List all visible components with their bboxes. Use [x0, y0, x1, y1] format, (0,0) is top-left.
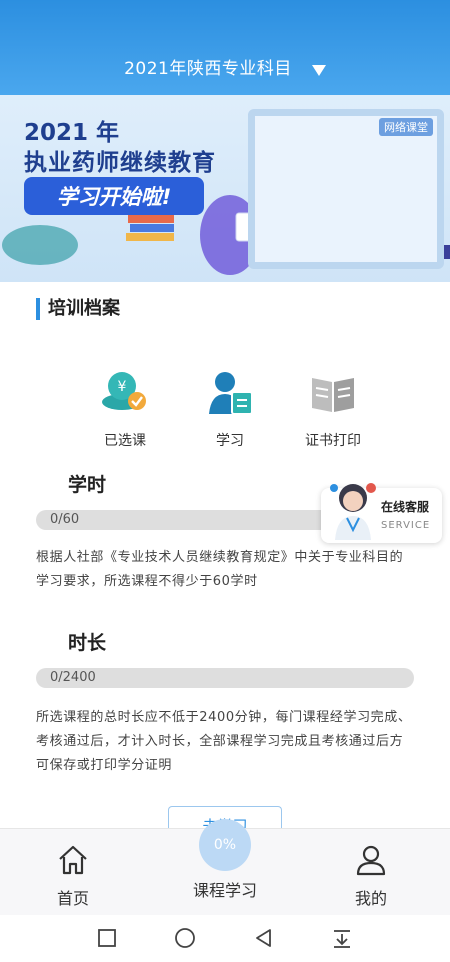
duration-description: 所选课程的总时长应不低于2400分钟，每门课程经学习完成、考核通过后，才计入时长…	[36, 710, 412, 773]
recent-apps-icon[interactable]	[95, 926, 119, 950]
board-tag: 网络课堂	[379, 118, 433, 136]
promo-banner[interactable]: 2021 年 执业药师继续教育 学习开始啦! 网络课堂	[0, 95, 450, 282]
credit-hours-title: 学时	[68, 474, 107, 496]
quick-action-label: 已选课	[104, 433, 146, 449]
credit-hours-description: 根据人社部《专业技术人员继续教育规定》中关于专业科目的学习要求，所选课程不得少于…	[36, 550, 404, 589]
tab-course-label: 课程学习	[192, 881, 257, 900]
tab-mine-label: 我的	[354, 889, 387, 908]
credit-hours-progress-text: 0/60	[50, 512, 80, 527]
service-sub-label: SERVICE	[381, 520, 431, 531]
home-circle-icon[interactable]	[173, 926, 197, 950]
book-icon	[312, 378, 354, 412]
online-service-button[interactable]: 在线客服 SERVICE	[321, 483, 442, 543]
banner-title: 执业药师继续教育	[24, 150, 216, 176]
tab-home-label: 首页	[56, 889, 89, 908]
tab-mine[interactable]: 我的	[316, 829, 426, 916]
home-icon	[59, 845, 87, 875]
quick-action-study[interactable]: 学习	[195, 368, 265, 450]
notification-pull-icon[interactable]	[330, 926, 354, 950]
user-icon	[356, 845, 386, 876]
quick-action-selected-courses[interactable]: ¥ 已选课	[90, 368, 160, 450]
banner-year: 2021 年	[24, 120, 120, 146]
duration-progress-text: 0/2400	[50, 670, 96, 685]
duration-title: 时长	[68, 632, 107, 654]
user-card-icon	[209, 372, 253, 415]
bottom-tab-bar: 首页 0% 课程学习 我的	[0, 819, 450, 916]
quick-action-label: 证书打印	[305, 433, 361, 449]
back-icon[interactable]	[252, 926, 276, 950]
subject-selector[interactable]: 2021年陕西专业科目	[124, 54, 292, 79]
doctor-avatar-icon	[330, 483, 376, 540]
tab-home[interactable]: 首页	[18, 829, 128, 916]
banner-board: 网络课堂	[248, 109, 444, 269]
tab-course-study[interactable]: 0% 课程学习	[170, 819, 280, 916]
banner-slogan: 学习开始啦!	[24, 177, 204, 215]
service-label: 在线客服	[381, 500, 430, 514]
course-progress-badge: 0%	[199, 819, 251, 871]
quick-action-label: 学习	[216, 433, 244, 449]
quick-action-certificate-print[interactable]: 证书打印	[298, 368, 368, 450]
caret-down-icon[interactable]	[311, 65, 326, 76]
system-navigation-bar	[0, 915, 450, 962]
svg-text:¥: ¥	[118, 379, 127, 395]
section-title: 培训档案	[36, 298, 120, 320]
duration-progress: 0/2400	[36, 668, 414, 688]
coin-check-icon: ¥	[102, 372, 146, 410]
top-header: 2021年陕西专业科目	[0, 0, 450, 95]
